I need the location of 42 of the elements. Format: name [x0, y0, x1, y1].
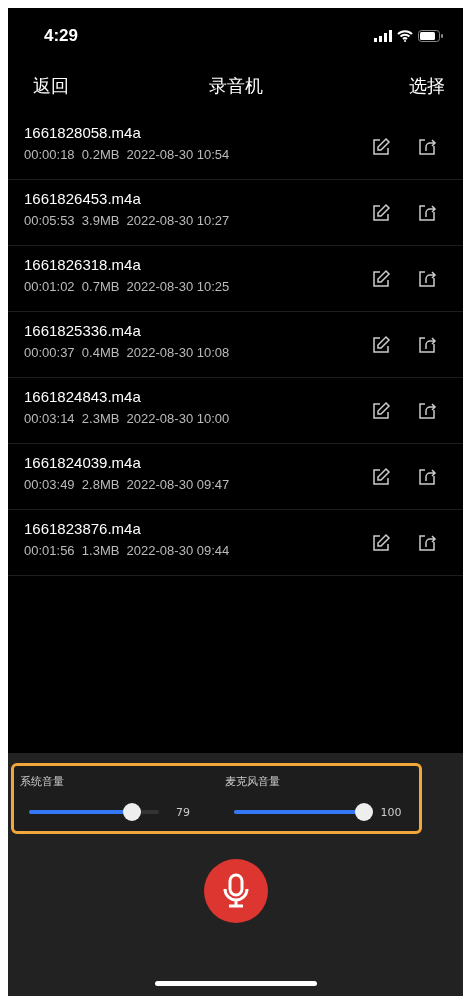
recording-details: 00:01:56 1.3MB 2022-08-30 09:44	[24, 542, 231, 558]
share-icon[interactable]	[417, 202, 437, 223]
back-button[interactable]: 返回	[33, 74, 69, 98]
edit-icon[interactable]	[371, 202, 391, 223]
share-icon[interactable]	[417, 466, 437, 487]
battery-icon	[418, 30, 443, 42]
recording-details: 00:03:49 2.8MB 2022-08-30 09:47	[24, 476, 231, 492]
microphone-icon	[221, 873, 250, 909]
recording-details: 00:05:53 3.9MB 2022-08-30 10:27	[24, 212, 231, 228]
volume-reading: 79	[176, 805, 190, 819]
volume-label: 系统音量	[20, 774, 65, 789]
share-icon[interactable]	[417, 334, 437, 355]
slider-thumb[interactable]	[354, 803, 373, 821]
page-title: 录音机	[208, 74, 263, 98]
recording-name[interactable]: 1661828058.m4a	[24, 123, 371, 141]
slider-thumb[interactable]	[122, 803, 141, 821]
recording-name[interactable]: 1661825336.m4a	[24, 321, 371, 339]
recording-details: 00:01:02 0.7MB 2022-08-30 10:25	[24, 278, 231, 294]
share-icon[interactable]	[417, 400, 437, 421]
recording-details: 00:03:14 2.3MB 2022-08-30 10:00	[24, 410, 231, 426]
recording-name[interactable]: 1661826318.m4a	[24, 255, 371, 273]
edit-icon[interactable]	[371, 532, 391, 553]
recording-name[interactable]: 1661826453.m4a	[24, 189, 371, 207]
recording-details: 00:00:18 0.2MB 2022-08-30 10:54	[24, 146, 231, 162]
select-button[interactable]: 选择	[409, 74, 445, 98]
edit-icon[interactable]	[371, 136, 391, 157]
status-time: 4:29	[44, 26, 79, 46]
share-icon[interactable]	[417, 532, 437, 553]
recording-details: 00:00:37 0.4MB 2022-08-30 10:08	[24, 344, 231, 360]
recording-name[interactable]: 1661824843.m4a	[24, 387, 371, 405]
edit-icon[interactable]	[371, 466, 391, 487]
volume-label: 麦克风音量	[224, 774, 281, 789]
share-icon[interactable]	[417, 268, 437, 289]
edit-icon[interactable]	[371, 268, 391, 289]
wifi-icon	[397, 30, 413, 42]
recording-name[interactable]: 1661823876.m4a	[24, 519, 371, 537]
volume-reading: 100	[380, 805, 402, 819]
signal-icon	[374, 30, 392, 42]
share-icon[interactable]	[417, 136, 437, 157]
recording-name[interactable]: 1661824039.m4a	[24, 453, 371, 471]
edit-icon[interactable]	[371, 400, 391, 421]
edit-icon[interactable]	[371, 334, 391, 355]
